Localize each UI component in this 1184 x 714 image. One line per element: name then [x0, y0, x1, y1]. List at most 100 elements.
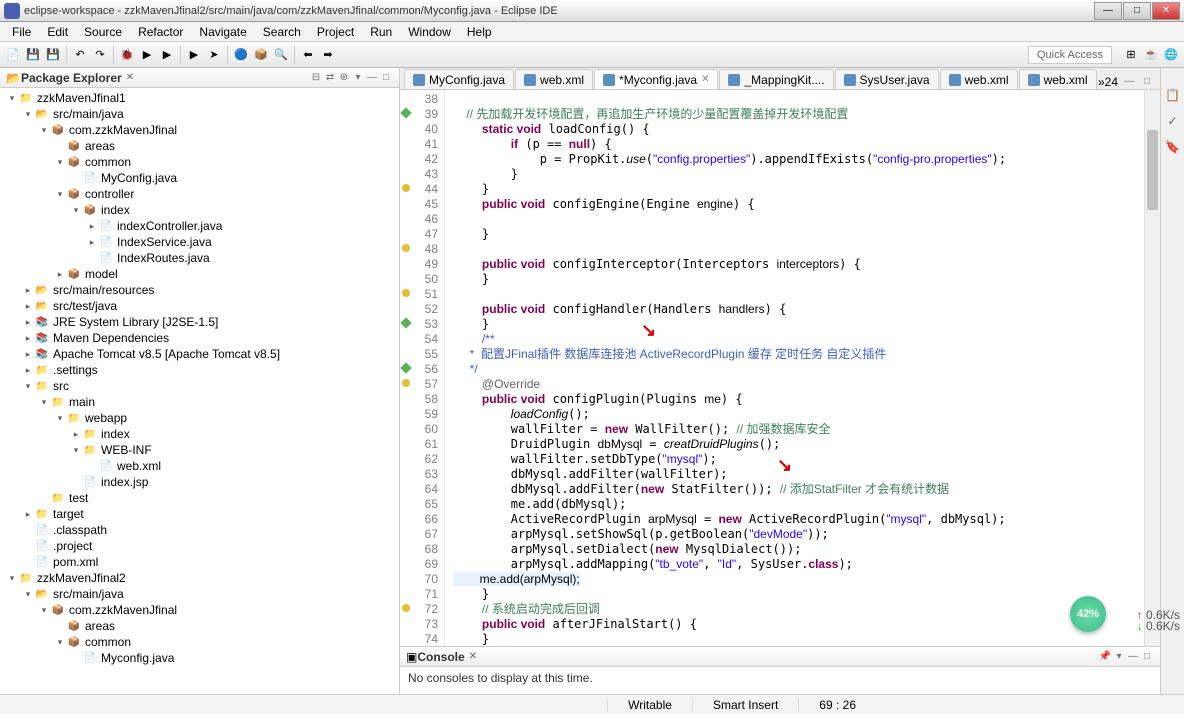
- close-console-icon[interactable]: ✕: [469, 651, 477, 662]
- editor-max-icon[interactable]: □: [1140, 75, 1154, 89]
- tree-item[interactable]: ▾📂src/main/java: [0, 106, 399, 122]
- bookmark-icon[interactable]: 🔖: [1164, 140, 1182, 158]
- menu-navigate[interactable]: Navigate: [191, 23, 254, 41]
- console-display-icon[interactable]: ▾: [1112, 650, 1126, 664]
- console-pin-icon[interactable]: 📌: [1098, 650, 1112, 664]
- tree-item[interactable]: 📄MyConfig.java: [0, 170, 399, 186]
- collapse-all-icon[interactable]: ⊟: [309, 71, 323, 85]
- console-min-icon[interactable]: —: [1126, 650, 1140, 664]
- tree-item[interactable]: 📦areas: [0, 618, 399, 634]
- tree-item[interactable]: 📄IndexRoutes.java: [0, 250, 399, 266]
- menu-run[interactable]: Run: [362, 23, 400, 41]
- console-max-icon[interactable]: □: [1140, 650, 1154, 664]
- forward-button[interactable]: ➡: [319, 46, 337, 64]
- tree-item[interactable]: 📄Myconfig.java: [0, 650, 399, 666]
- menu-project[interactable]: Project: [309, 23, 362, 41]
- tree-item[interactable]: ▾📁src: [0, 378, 399, 394]
- tree-item[interactable]: 📄pom.xml: [0, 554, 399, 570]
- menu-edit[interactable]: Edit: [39, 23, 76, 41]
- new-button[interactable]: 📄: [4, 46, 22, 64]
- tabs-overflow[interactable]: »24: [1098, 75, 1118, 89]
- run-button[interactable]: ▶: [138, 46, 156, 64]
- editor-min-icon[interactable]: —: [1122, 75, 1136, 89]
- close-button[interactable]: ✕: [1152, 2, 1180, 20]
- tree-item[interactable]: ▾📦com.zzkMavenJfinal: [0, 122, 399, 138]
- undo-button[interactable]: ↶: [71, 46, 89, 64]
- tree-item[interactable]: ▾📁main: [0, 394, 399, 410]
- editor-tab[interactable]: SysUser.java: [835, 69, 939, 89]
- java-perspective-button[interactable]: ☕: [1142, 46, 1160, 64]
- menu-source[interactable]: Source: [76, 23, 130, 41]
- tree-item[interactable]: ▸📁target: [0, 506, 399, 522]
- tree-item[interactable]: ▸📄indexController.java: [0, 218, 399, 234]
- maximize-panel-icon[interactable]: □: [379, 71, 393, 85]
- tree-item[interactable]: 📄.project: [0, 538, 399, 554]
- console-icon: ▣: [406, 650, 417, 664]
- coverage-button[interactable]: ▶: [158, 46, 176, 64]
- tree-item[interactable]: ▾📁zzkMavenJfinal1: [0, 90, 399, 106]
- menu-help[interactable]: Help: [459, 23, 500, 41]
- tree-item[interactable]: ▸📂src/test/java: [0, 298, 399, 314]
- editor-tab[interactable]: _MappingKit....: [719, 69, 833, 89]
- editor-scrollbar[interactable]: [1144, 90, 1160, 646]
- tree-item[interactable]: ▸📚JRE System Library [J2SE-1.5]: [0, 314, 399, 330]
- debug-button[interactable]: 🐞: [118, 46, 136, 64]
- menu-window[interactable]: Window: [400, 23, 459, 41]
- editor-tab[interactable]: web.xml: [940, 69, 1018, 89]
- skip-breakpoints-button[interactable]: ➤: [205, 46, 223, 64]
- tree-item[interactable]: 📁test: [0, 490, 399, 506]
- search-button[interactable]: 🔍: [272, 46, 290, 64]
- view-menu-icon[interactable]: ▾: [351, 71, 365, 85]
- tree-item[interactable]: ▾📦index: [0, 202, 399, 218]
- tree-item[interactable]: ▸📁index: [0, 426, 399, 442]
- tree-item[interactable]: ▸📚Maven Dependencies: [0, 330, 399, 346]
- code-editor[interactable]: // 先加载开发环境配置，再追加生产环境的少量配置覆盖掉开发环境配置 stati…: [445, 90, 1160, 646]
- tree-item[interactable]: ▸📁.settings: [0, 362, 399, 378]
- quick-access[interactable]: Quick Access: [1028, 46, 1112, 64]
- tree-item[interactable]: 📄index.jsp: [0, 474, 399, 490]
- panel-title: Package Explorer: [21, 71, 122, 85]
- editor-tab[interactable]: *Myconfig.java✕: [594, 69, 718, 89]
- maximize-button[interactable]: □: [1123, 2, 1151, 20]
- tree-item[interactable]: ▾📂src/main/java: [0, 586, 399, 602]
- link-editor-icon[interactable]: ⇄: [323, 71, 337, 85]
- tree-item[interactable]: 📦areas: [0, 138, 399, 154]
- console-message: No consoles to display at this time.: [400, 667, 1160, 689]
- tree-item[interactable]: 📄.classpath: [0, 522, 399, 538]
- back-button[interactable]: ⬅: [299, 46, 317, 64]
- editor-tab[interactable]: web.xml: [515, 69, 593, 89]
- progress-badge[interactable]: 42%: [1070, 596, 1106, 632]
- tree-item[interactable]: ▾📁WEB-INF: [0, 442, 399, 458]
- focus-icon[interactable]: ⊕: [337, 71, 351, 85]
- menu-file[interactable]: File: [4, 23, 39, 41]
- run-last-button[interactable]: ▶: [185, 46, 203, 64]
- tree-item[interactable]: ▸📄IndexService.java: [0, 234, 399, 250]
- tree-item[interactable]: ▸📦model: [0, 266, 399, 282]
- project-tree[interactable]: ▾📁zzkMavenJfinal1▾📂src/main/java▾📦com.zz…: [0, 88, 399, 704]
- save-button[interactable]: 💾: [24, 46, 42, 64]
- editor-tab[interactable]: web.xml: [1019, 69, 1097, 89]
- minimize-button[interactable]: —: [1094, 2, 1122, 20]
- tree-item[interactable]: ▾📦controller: [0, 186, 399, 202]
- menu-refactor[interactable]: Refactor: [130, 23, 191, 41]
- tree-item[interactable]: ▾📦com.zzkMavenJfinal: [0, 602, 399, 618]
- menu-search[interactable]: Search: [255, 23, 309, 41]
- tree-item[interactable]: ▾📁webapp: [0, 410, 399, 426]
- tree-item[interactable]: 📄web.xml: [0, 458, 399, 474]
- open-perspective-button[interactable]: ⊞: [1122, 46, 1140, 64]
- close-panel-icon[interactable]: ✕: [126, 72, 134, 83]
- editor-tab[interactable]: MyConfig.java: [404, 69, 514, 89]
- save-all-button[interactable]: 💾: [44, 46, 62, 64]
- tree-item[interactable]: ▾📦common: [0, 634, 399, 650]
- tree-item[interactable]: ▸📚Apache Tomcat v8.5 [Apache Tomcat v8.5…: [0, 346, 399, 362]
- task-list-icon[interactable]: ✓: [1164, 114, 1182, 132]
- minimize-panel-icon[interactable]: —: [365, 71, 379, 85]
- redo-button[interactable]: ↷: [91, 46, 109, 64]
- new-server-button[interactable]: 🔵: [232, 46, 250, 64]
- outline-icon[interactable]: 📋: [1164, 88, 1182, 106]
- javaee-perspective-button[interactable]: 🌐: [1162, 46, 1180, 64]
- tree-item[interactable]: ▸📂src/main/resources: [0, 282, 399, 298]
- tree-item[interactable]: ▾📁zzkMavenJfinal2: [0, 570, 399, 586]
- tree-item[interactable]: ▾📦common: [0, 154, 399, 170]
- new-package-button[interactable]: 📦: [252, 46, 270, 64]
